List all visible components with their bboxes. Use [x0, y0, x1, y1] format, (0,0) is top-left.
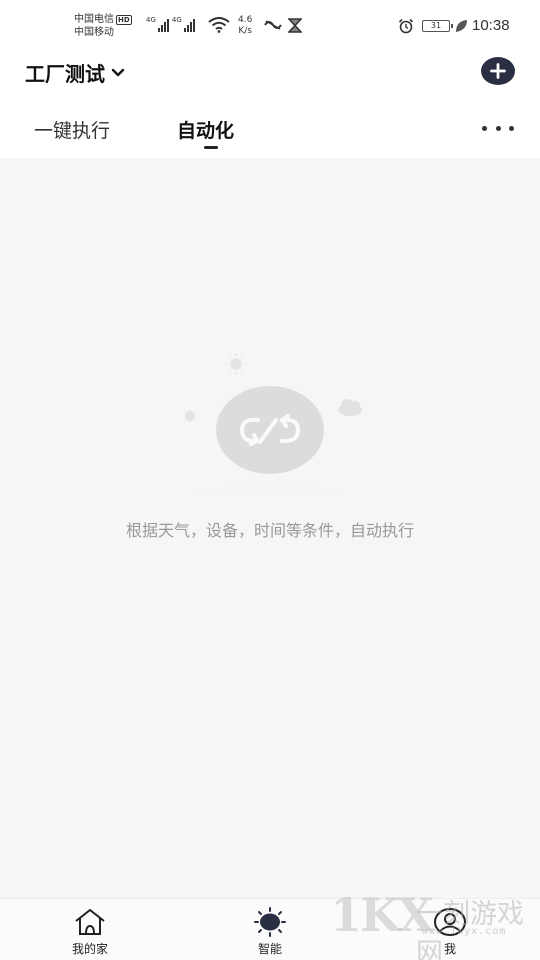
signal-1-tag: 4G: [146, 16, 156, 24]
hd-badge: HD: [116, 14, 132, 25]
hourglass-icon: [288, 18, 302, 33]
sun-icon: [226, 354, 246, 374]
automation-content: 根据天气，设备，时间等条件，自动执行: [0, 158, 540, 898]
nfc-icon: [264, 20, 282, 30]
signal-2-icon: 4G: [172, 16, 195, 32]
battery-icon: 31: [422, 20, 453, 32]
drop-shape: [185, 410, 195, 422]
carrier-2-name: 中国移动: [74, 27, 114, 38]
tab-bar: 一键执行 自动化: [0, 100, 540, 158]
more-dot: [482, 125, 487, 131]
status-bar: 中国电信 HD 中国移动 4G 4G 4.6 K/s 31 10:38: [0, 0, 540, 48]
alarm-icon: [398, 18, 414, 34]
add-automation-button[interactable]: [481, 57, 515, 85]
net-speed-unit: K/s: [238, 26, 252, 36]
more-dot: [509, 125, 514, 131]
battery-level: 31: [430, 21, 442, 30]
signal-1-icon: 4G: [146, 16, 169, 32]
wifi-icon: [208, 17, 230, 33]
net-speed-value: 4.6: [238, 15, 253, 25]
watermark: 1KX 一刻游戏网 www.1kyx.com: [330, 886, 540, 960]
nav-smart[interactable]: 智能: [225, 899, 315, 960]
tab-automation[interactable]: 自动化: [177, 116, 234, 143]
more-button[interactable]: [482, 120, 514, 136]
smart-sun-icon: [254, 907, 286, 937]
home-selector[interactable]: 工厂测试: [25, 58, 125, 87]
home-icon: [75, 909, 105, 935]
tab-one-click[interactable]: 一键执行: [34, 116, 110, 143]
signal-2-tag: 4G: [171, 16, 182, 24]
network-speed: 4.6 K/s: [238, 15, 252, 37]
active-tab-indicator: [204, 146, 218, 149]
watermark-domain: www.1kyx.com: [422, 926, 507, 937]
plus-icon: [490, 63, 506, 79]
leaf-icon: [456, 20, 467, 32]
nav-smart-label: 智能: [257, 942, 282, 956]
status-time: 10:38: [472, 17, 510, 34]
more-dot: [495, 125, 501, 131]
empty-state-message: 根据天气，设备，时间等条件，自动执行: [125, 521, 414, 540]
empty-state-illustration: [160, 354, 380, 495]
signal-strength: 4G 4G: [146, 16, 195, 32]
home-name: 工厂测试: [25, 62, 105, 86]
cloud-icon: [338, 399, 362, 416]
chevron-down-icon: [111, 68, 125, 76]
nav-home[interactable]: 我的家: [45, 899, 135, 960]
carrier-1-name: 中国电信: [74, 14, 114, 25]
carrier-info: 中国电信 HD 中国移动: [74, 13, 132, 39]
nav-home-label: 我的家: [71, 942, 108, 956]
